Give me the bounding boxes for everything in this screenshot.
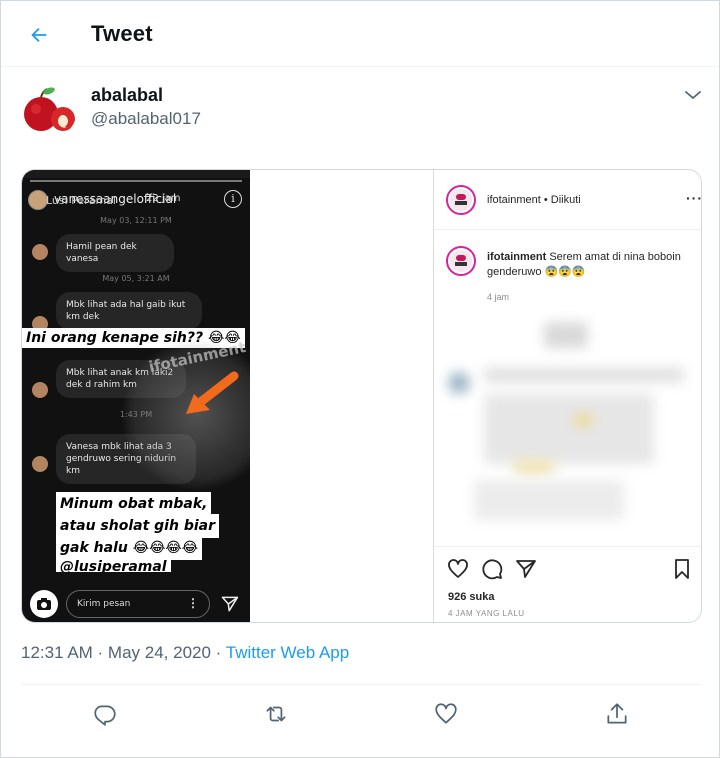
status-bar: [22, 170, 250, 178]
ig-avatar: [446, 185, 476, 215]
more-horizontal-icon: ···: [686, 190, 702, 206]
tweet-media[interactable]: vanessaangelofficial 22 jam i Lusi Peram…: [21, 169, 702, 623]
blurred-comments: [434, 310, 701, 546]
share-icon[interactable]: [514, 557, 538, 581]
tweet-page: Tweet abalabal @abalabal017 vanessaangel…: [0, 0, 720, 758]
message-input[interactable]: Kirim pesan ⋮: [66, 590, 210, 618]
upload-share-icon: [607, 703, 627, 724]
share-button[interactable]: [604, 701, 630, 727]
camera-icon: [37, 598, 51, 610]
chat-bubble: Hamil pean dek vanesa: [56, 234, 174, 272]
caption-banner-2: atau sholat gih biar: [56, 514, 219, 538]
info-icon: i: [224, 190, 242, 208]
caption-banner-2: @lusiperamal: [56, 558, 171, 572]
more-options-button[interactable]: [681, 83, 705, 107]
tweet-metadata: 12:31 AM · May 24, 2020 · Twitter Web Ap…: [21, 643, 349, 663]
ig-caption: ifotainment Serem amat di nina boboin ge…: [487, 250, 687, 280]
story-reply-bar: Kirim pesan ⋮: [30, 590, 242, 620]
bookmark-icon[interactable]: [670, 557, 694, 581]
chevron-down-icon: [685, 91, 701, 100]
message-placeholder: Kirim pesan: [77, 599, 131, 609]
heart-icon: [435, 703, 457, 724]
like-button[interactable]: [433, 701, 459, 727]
ig-caption-avatar: [446, 246, 476, 276]
ig-post-header: ifotainment • Diikuti ···: [434, 170, 702, 230]
ig-post-date: 4 JAM YANG LALU: [448, 609, 525, 618]
heart-icon[interactable]: [446, 557, 470, 581]
ig-action-bar: 926 suka 4 JAM YANG LALU: [434, 546, 701, 622]
instagram-post: ifotainment • Diikuti ··· ifotainment Se…: [433, 170, 702, 622]
ig-caption-user: ifotainment: [487, 251, 547, 263]
pointer-arrow-icon: [186, 371, 239, 414]
chat-avatar: [32, 244, 48, 260]
apple-avatar-icon: [19, 81, 77, 139]
ig-caption-time: 4 jam: [487, 292, 510, 302]
send-icon[interactable]: [220, 594, 240, 614]
tweet-source-link[interactable]: Twitter Web App: [226, 643, 349, 662]
chat-bubble: Mbk lihat ada hal gaib ikut km dek: [56, 292, 202, 330]
caption-banner-2: gak halu 😂😂😂😂: [56, 536, 203, 560]
caption-banner-2: Minum obat mbak,: [56, 492, 212, 516]
chat-stamp: May 03, 12:11 PM: [100, 216, 172, 225]
page-title: Tweet: [91, 21, 153, 46]
ig-like-count: 926 suka: [448, 591, 495, 603]
story-screenshot: vanessaangelofficial 22 jam i Lusi Peram…: [22, 170, 250, 622]
story-avatar: [28, 190, 48, 210]
avatar[interactable]: [19, 81, 77, 139]
chat-stamp: May 05, 3:21 AM: [102, 274, 170, 283]
author-name[interactable]: abalabal: [91, 85, 163, 106]
reply-icon: [94, 705, 116, 726]
comment-icon[interactable]: [480, 557, 504, 581]
back-arrow-icon: [31, 27, 47, 43]
divider: [21, 684, 702, 685]
story-progress-bar: [30, 180, 242, 182]
chat-avatar: [32, 456, 48, 472]
back-button[interactable]: [25, 21, 53, 49]
retweet-button[interactable]: [263, 701, 289, 727]
author-handle[interactable]: @abalabal017: [91, 109, 201, 129]
camera-button[interactable]: [30, 590, 58, 618]
more-vertical-icon[interactable]: ⋮: [187, 596, 199, 610]
retweet-icon: [266, 706, 286, 722]
tweet-timestamp[interactable]: 12:31 AM · May 24, 2020 ·: [21, 643, 226, 662]
ig-account-name: ifotainment • Diikuti: [487, 194, 581, 206]
tweet-header: Tweet: [1, 1, 719, 67]
chat-avatar: [32, 382, 48, 398]
reply-button[interactable]: [92, 701, 118, 727]
story-time: 22 jam: [146, 193, 181, 204]
story-title-overlay: Lusi Peramal: [46, 194, 116, 207]
